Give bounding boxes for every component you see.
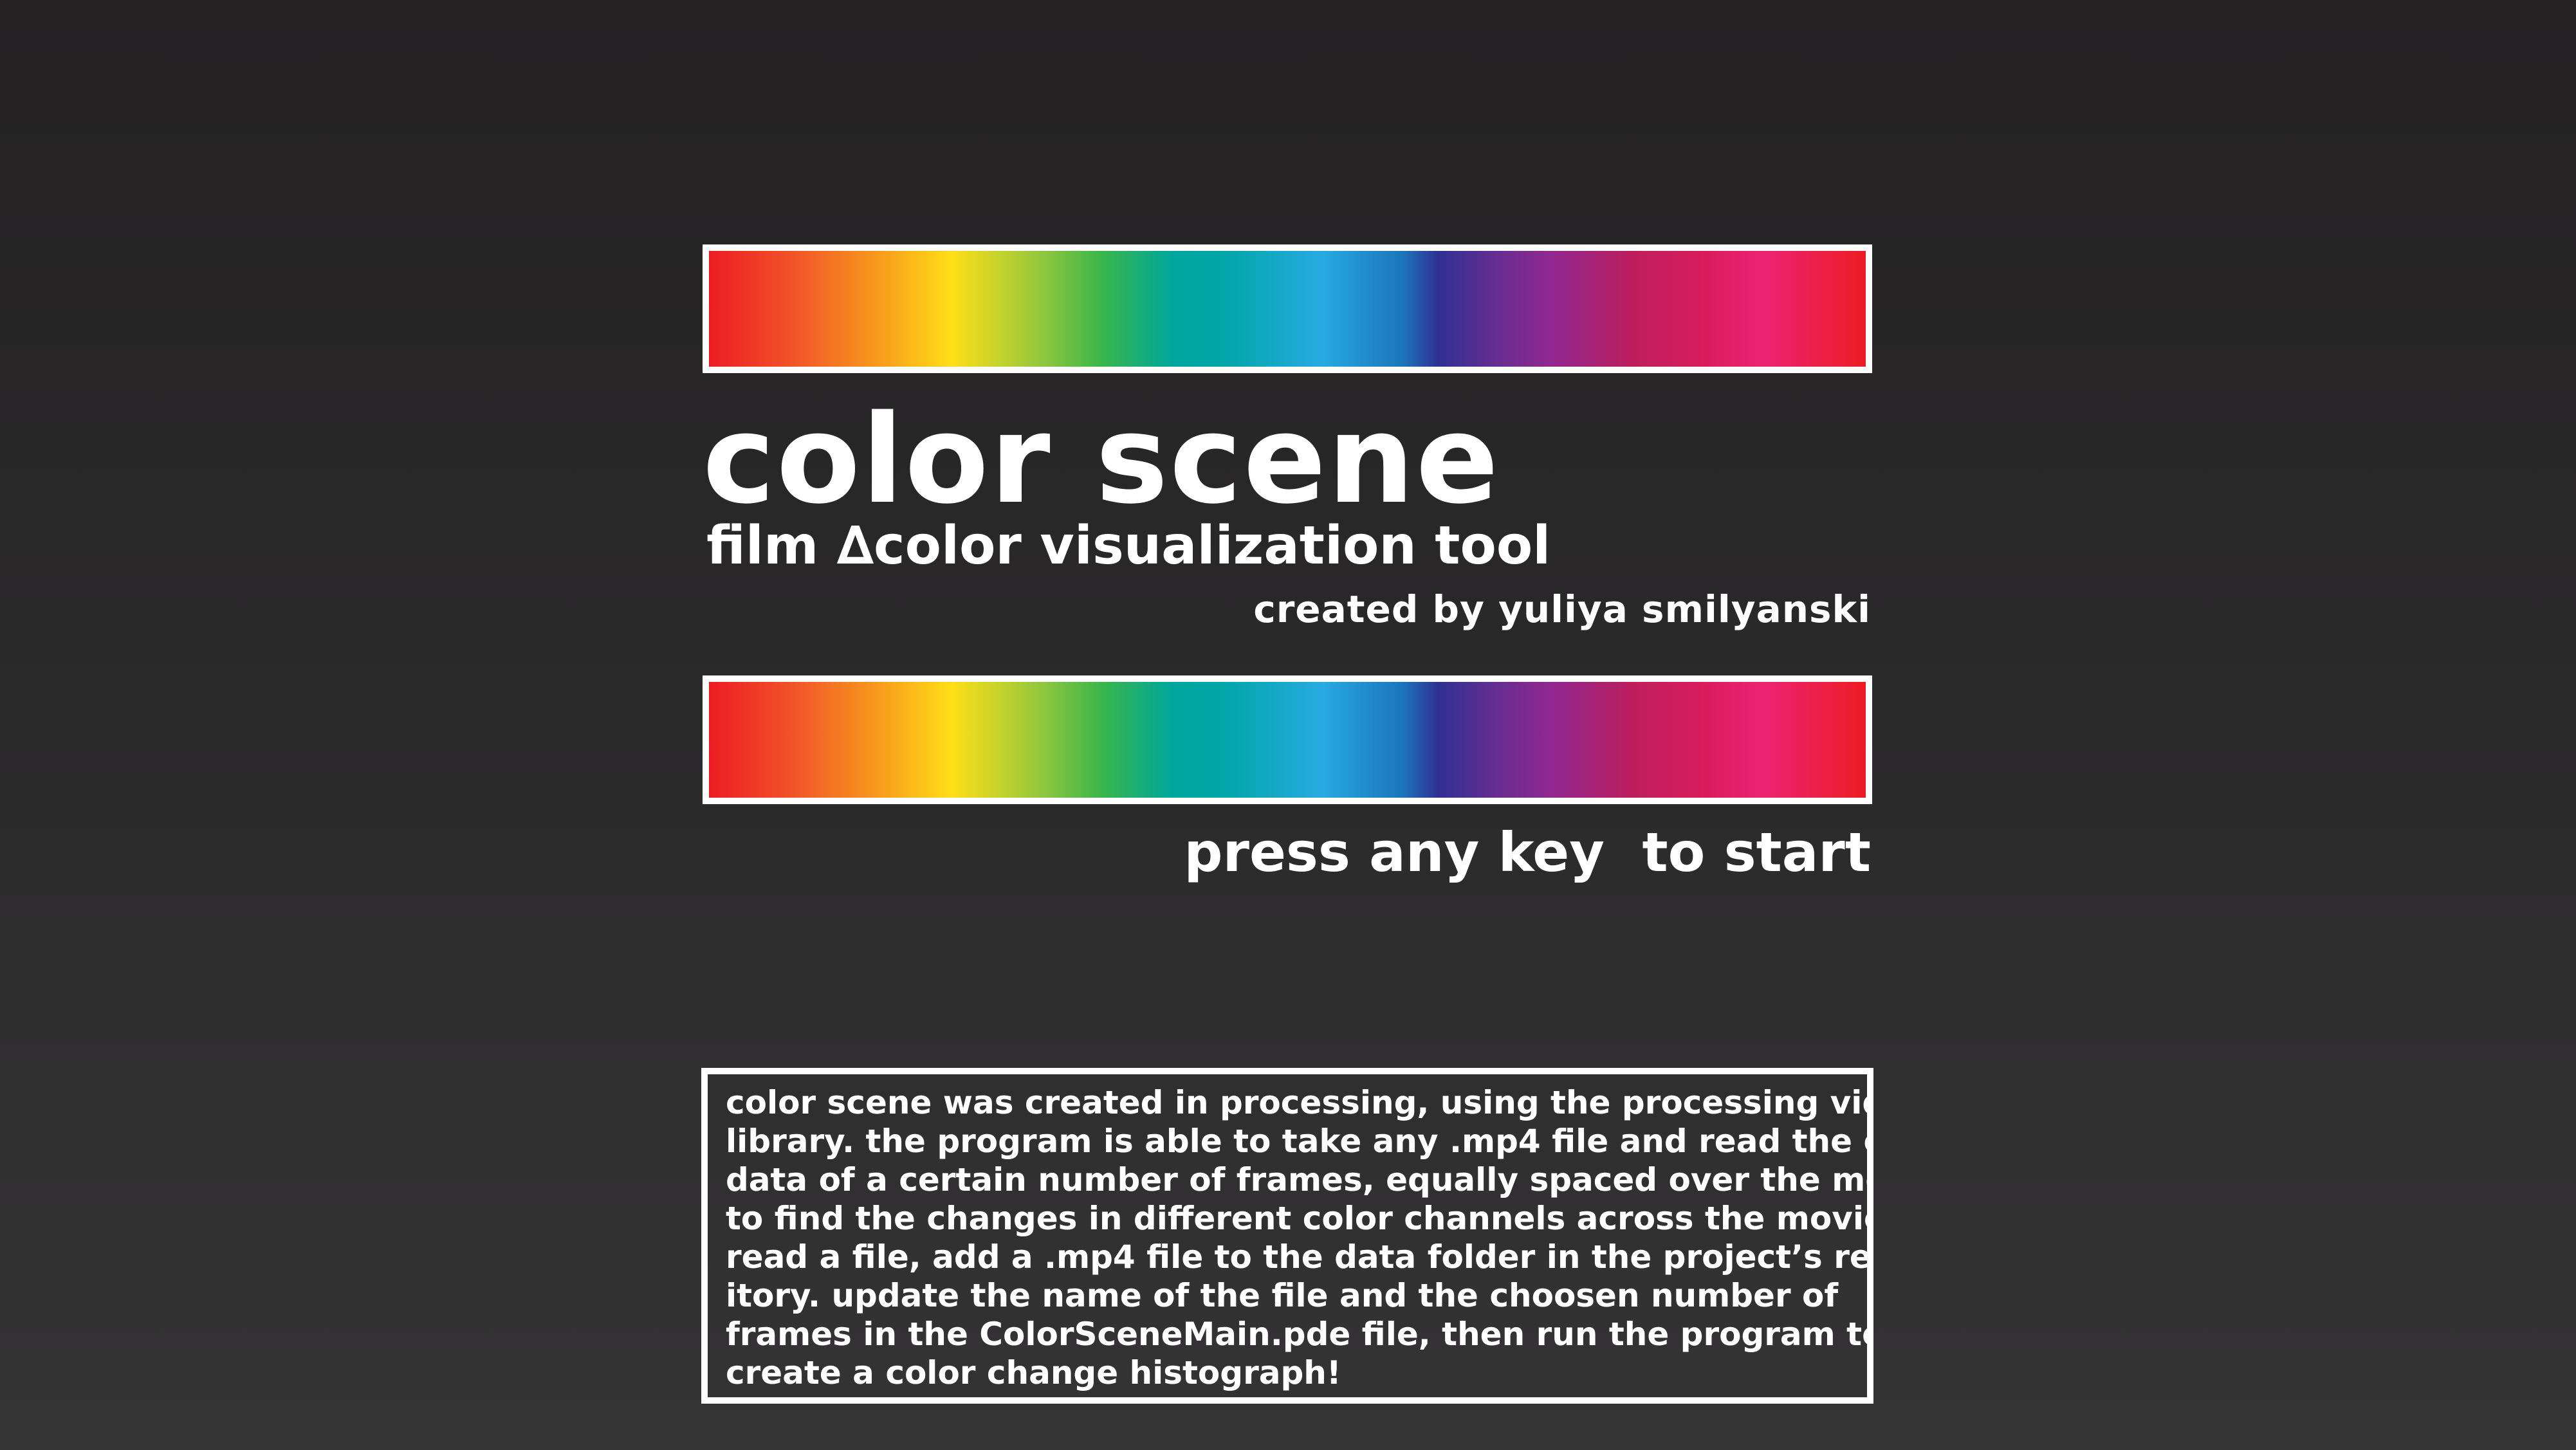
description-line: itory. update the name of the file and t…	[726, 1277, 1839, 1314]
start-prompt: press any key to start	[1184, 821, 1871, 884]
description-line: library. the program is able to take any…	[726, 1123, 1873, 1160]
spectrum-bar-top	[703, 244, 1872, 373]
spectrum-bar-bottom	[703, 675, 1872, 804]
app-subtitle: film ∆color visualization tool	[706, 515, 1551, 576]
description-line: read a file, add a .mp4 file to the data…	[726, 1238, 1873, 1276]
description-line: to find the changes in different color c…	[726, 1200, 1873, 1237]
description-line: frames in the ColorSceneMain.pde file, t…	[726, 1316, 1873, 1353]
description-box: color scene was created in processing, u…	[701, 1068, 1873, 1404]
app-title: color scene	[703, 389, 1500, 531]
description-line: data of a certain number of frames, equa…	[726, 1161, 1873, 1198]
description-line: color scene was created in processing, u…	[726, 1084, 1873, 1121]
author-credit: created by yuliya smilyanski	[1253, 587, 1871, 631]
description-line: create a color change histograph!	[726, 1354, 1341, 1391]
